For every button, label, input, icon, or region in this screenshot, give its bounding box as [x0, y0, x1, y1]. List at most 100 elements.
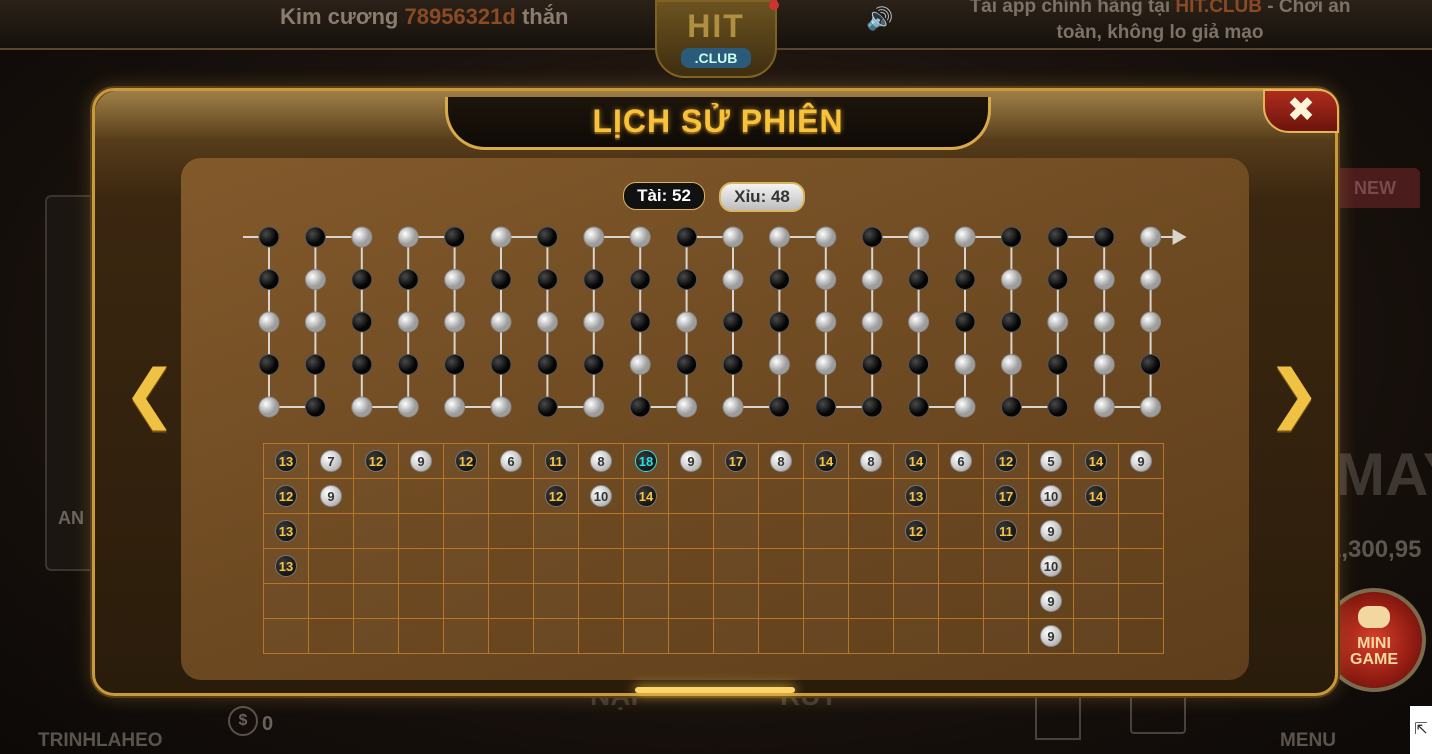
- road-dot-xiu: [722, 269, 744, 290]
- bead-grid-cell: [668, 478, 714, 514]
- road-dot-xiu: [815, 311, 837, 333]
- road-dot-tai: [629, 311, 651, 333]
- bead-xiu: 9: [1130, 450, 1152, 472]
- bead-grid-row: 13 12 11 9: [263, 513, 1164, 549]
- road-dot-tai: [351, 311, 373, 333]
- road-dot-tai: [397, 354, 419, 375]
- bead-grid-row: 12 9 12 10 14 13 17 10 14: [263, 478, 1164, 514]
- road-dot-xiu: [629, 226, 651, 248]
- bead-grid-cell: 6: [938, 443, 984, 479]
- bead-grid-cell: [1073, 618, 1119, 654]
- bead-xiu: 9: [410, 450, 432, 472]
- bead-grid-cell: 14: [893, 443, 939, 479]
- bead-grid-cell: [533, 618, 579, 654]
- bead-grid-cell: [668, 583, 714, 619]
- road-dot-xiu: [1093, 311, 1115, 333]
- mini-game-label: MINI GAME: [1326, 636, 1422, 668]
- bead-grid-cell: 14: [803, 443, 849, 479]
- bead-grid-cell: [353, 618, 399, 654]
- bead-grid-cell: [488, 478, 534, 514]
- bead-grid-cell: [938, 583, 984, 619]
- road-dot-xiu: [1000, 269, 1022, 290]
- bead-grid-cell: [308, 583, 354, 619]
- bead-tai: 13: [275, 450, 297, 472]
- bead-tai: 14: [1085, 485, 1107, 507]
- bead-grid-cell: 13: [263, 443, 309, 479]
- bead-grid-cell: 9: [308, 478, 354, 514]
- road-dot-xiu: [490, 311, 512, 333]
- road-dot-tai: [583, 269, 605, 290]
- background-left-label: AN: [58, 508, 84, 528]
- mail-icon[interactable]: [1130, 690, 1186, 734]
- bead-tai: 14: [635, 485, 657, 507]
- road-dot-xiu: [583, 311, 605, 333]
- road-dot-xiu: [1140, 226, 1162, 248]
- road-dot-tai: [444, 226, 466, 248]
- bead-grid-cell: [1118, 548, 1164, 584]
- bead-tai: 12: [545, 485, 567, 507]
- marquee-right-brand: HIT.CLUB: [1175, 0, 1262, 17]
- bead-grid-cell: [398, 583, 444, 619]
- bead-grid-cell: [398, 513, 444, 549]
- trend-road-chart: [243, 226, 1187, 418]
- road-dot-xiu: [1047, 311, 1069, 333]
- prev-page-arrow-icon[interactable]: ❮: [123, 361, 177, 425]
- new-badge: NEW: [1330, 168, 1420, 208]
- gamepad-icon: [1358, 606, 1390, 628]
- bead-grid-cell: [398, 548, 444, 584]
- next-page-arrow-icon[interactable]: ❯: [1267, 361, 1321, 425]
- road-dot-tai: [258, 269, 280, 290]
- bead-grid-cell: [803, 478, 849, 514]
- road-dot-xiu: [861, 269, 883, 290]
- bead-grid-cell: 13: [263, 548, 309, 584]
- top-bar: Kim cương 78956321d thắn 🔊 Tải app chính…: [0, 0, 1432, 78]
- road-dot-xiu: [258, 311, 280, 333]
- bead-tai: 17: [995, 485, 1017, 507]
- close-icon: ✖: [1286, 91, 1316, 129]
- collapse-icon[interactable]: ⇱: [1410, 706, 1432, 754]
- bead-grid-cell: [308, 513, 354, 549]
- speaker-icon[interactable]: 🔊: [866, 6, 893, 32]
- bead-grid-cell: [713, 583, 759, 619]
- road-dot-xiu: [397, 396, 419, 418]
- bead-grid-cell: [758, 548, 804, 584]
- close-button[interactable]: ✖: [1263, 89, 1339, 133]
- road-dot-tai: [536, 354, 558, 375]
- bead-grid-cell: [443, 583, 489, 619]
- bottom-glow: [635, 687, 795, 693]
- road-dot-xiu: [908, 311, 930, 333]
- bead-grid-cell: [713, 478, 759, 514]
- grid-icon[interactable]: [1035, 694, 1081, 740]
- bead-grid-cell: 9: [1028, 583, 1074, 619]
- bead-xiu: 10: [1040, 485, 1062, 507]
- bead-tai: 11: [995, 520, 1017, 542]
- bead-grid-cell: [983, 618, 1029, 654]
- road-dot-tai: [629, 396, 651, 418]
- bead-grid-cell: [623, 513, 669, 549]
- bead-grid-cell: [443, 618, 489, 654]
- road-dot-xiu: [722, 396, 744, 418]
- menu-button[interactable]: MENU: [1280, 730, 1336, 752]
- road-dot-xiu: [397, 311, 419, 333]
- dollar-icon: $: [228, 706, 258, 736]
- road-dot-tai: [304, 354, 326, 375]
- road-dot-tai: [1047, 354, 1069, 375]
- bead-grid-cell: 8: [578, 443, 624, 479]
- bead-grid-cell: 12: [263, 478, 309, 514]
- road-dot-xiu: [676, 311, 698, 333]
- bead-grid-cell: [758, 513, 804, 549]
- road-dot-tai: [397, 269, 419, 290]
- bead-tai: 11: [545, 450, 567, 472]
- road-dot-xiu: [1140, 396, 1162, 418]
- road-dot-tai: [768, 396, 790, 418]
- bead-grid-cell: 14: [623, 478, 669, 514]
- road-dot-tai: [1047, 269, 1069, 290]
- road-dot-xiu: [444, 311, 466, 333]
- marquee-right-line2: toàn, không lo giả mạo: [1056, 22, 1264, 43]
- road-dot-xiu: [304, 311, 326, 333]
- background-may-text: MAY: [1335, 441, 1432, 508]
- road-dot-xiu: [351, 396, 373, 418]
- bead-grid-cell: [578, 548, 624, 584]
- road-dot-xiu: [1140, 311, 1162, 333]
- road-dot-tai: [304, 226, 326, 248]
